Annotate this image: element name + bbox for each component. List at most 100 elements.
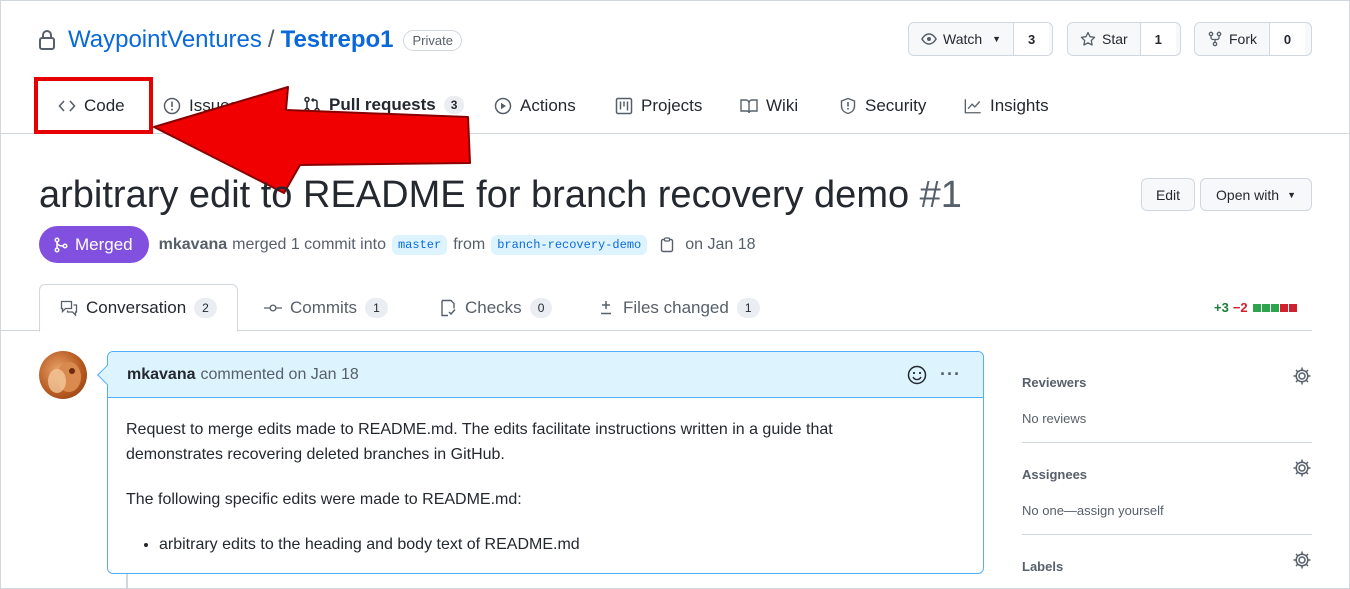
diffstat-square [1270,303,1279,312]
gear-icon[interactable] [1292,366,1312,386]
star-label: Star [1102,31,1128,47]
nav-wiki[interactable]: Wiki [740,78,798,134]
tab-checks-count: 0 [529,297,553,318]
nav-insights-label: Insights [990,96,1049,115]
watch-count[interactable]: 3 [1013,23,1050,55]
diffstat-deletions: −2 [1232,300,1248,315]
star-count[interactable]: 1 [1139,23,1176,55]
tab-commits-count: 1 [365,297,388,318]
list-item: arbitrary edits to the heading and body … [159,532,965,557]
assignees-title: Assignees [1022,467,1088,482]
fork-button[interactable]: Fork [1195,23,1269,55]
watch-button-group: Watch ▼ 3 [908,22,1053,56]
pr-tabs: Conversation 2 Commits 1 Checks 0 Files … [0,284,1312,332]
sidebar-divider [1022,442,1312,443]
sidebar-labels: Labels [1022,551,1312,574]
tab-checks[interactable]: Checks 0 [439,284,553,331]
nav-actions[interactable]: Actions [494,78,576,134]
base-branch-link[interactable]: master [391,234,448,255]
tab-files-changed-label: Files changed [623,297,729,317]
fork-button-group: Fork 0 [1194,22,1312,56]
comment-meta[interactable]: commented on Jan 18 [201,366,359,384]
nav-projects[interactable]: Projects [615,78,702,134]
comment-paragraph: The following specific edits were made t… [126,491,522,508]
shield-icon [840,97,856,115]
tab-conversation[interactable]: Conversation 2 [39,284,238,332]
eye-icon [921,33,937,45]
open-with-button[interactable]: Open with ▼ [1200,178,1312,211]
repo-header: WaypointVentures / Testrepo1 Private [38,24,462,56]
repo-owner-link[interactable]: WaypointVentures [68,26,262,54]
tab-files-changed[interactable]: Files changed 1 [597,284,760,331]
play-circle-icon [494,97,512,115]
avatar-image [48,362,81,393]
avatar[interactable] [39,351,87,399]
lock-icon [39,30,55,50]
diffstat-additions: +3 [1214,300,1229,315]
star-icon [1080,31,1096,46]
pr-action-text: merged 1 commit into [232,235,386,253]
nav-actions-label: Actions [520,96,576,115]
annotation-highlight-box [34,77,153,134]
diffstat: +3 −2 [1214,300,1297,315]
nav-security-label: Security [865,96,927,115]
diffstat-square [1279,303,1288,312]
comment-paragraph: Request to merge edits made to README.md… [126,421,833,463]
pr-title-text: arbitrary edit to README for branch reco… [39,174,910,216]
tab-commits[interactable]: Commits 1 [264,284,388,331]
gear-icon[interactable] [1292,550,1312,570]
sidebar-divider [1022,534,1312,535]
comment-author-link[interactable]: mkavana [127,366,196,384]
chevron-down-icon: ▼ [992,34,1002,44]
pr-author-link[interactable]: mkavana [159,236,228,254]
visibility-badge: Private [403,29,462,51]
reviewers-title: Reviewers [1022,375,1087,390]
watch-button[interactable]: Watch ▼ [909,23,1014,55]
book-icon [740,99,758,114]
pr-title: arbitrary edit to README for branch reco… [39,174,962,217]
head-branch-link[interactable]: branch-recovery-demo [491,234,648,255]
fork-count[interactable]: 0 [1269,23,1305,55]
kebab-menu-icon[interactable]: ··· [940,364,961,385]
checklist-icon [441,299,456,316]
nav-security[interactable]: Security [839,78,926,134]
tab-files-changed-count: 1 [736,297,760,318]
commit-icon [264,303,282,312]
comment-body: Request to merge edits made to README.md… [108,398,983,576]
chevron-down-icon: ▼ [1287,189,1296,200]
merge-icon [54,236,68,253]
tab-checks-label: Checks [465,297,522,317]
diffstat-square [1288,303,1297,312]
star-button-group: Star 1 [1067,22,1181,56]
merged-status-badge: Merged [39,226,149,263]
star-button[interactable]: Star [1068,23,1140,55]
nav-projects-label: Projects [641,96,703,115]
tab-conversation-label: Conversation [86,298,187,317]
comment-discussion-icon [60,300,78,317]
repo-separator: / [267,26,275,53]
merged-status-label: Merged [75,234,133,254]
pr-date: on Jan 18 [685,235,756,253]
project-icon [615,97,633,115]
nav-wiki-label: Wiki [766,96,799,115]
fork-label: Fork [1229,31,1257,47]
diffstat-square [1261,303,1270,312]
diff-icon [601,300,611,314]
assignees-value[interactable]: No one—assign yourself [1022,503,1312,518]
sidebar-reviewers: Reviewers No reviews [1022,367,1312,426]
nav-insights[interactable]: Insights [964,78,1049,134]
repo-name-link[interactable]: Testrepo1 [281,26,394,54]
tab-commits-label: Commits [290,297,358,317]
copy-icon[interactable] [659,236,675,253]
watch-label: Watch [943,31,983,47]
pr-meta: Merged mkavana merged 1 commit into mast… [39,226,756,263]
smiley-icon[interactable] [907,365,927,385]
edit-button[interactable]: Edit [1141,178,1195,211]
pr-number: #1 [919,174,962,216]
diffstat-square [1252,303,1261,312]
labels-title: Labels [1022,559,1064,574]
comment-header: mkavana commented on Jan 18 ··· [108,352,983,398]
comment-bullet-list: arbitrary edits to the heading and body … [159,532,965,557]
tab-conversation-count: 2 [194,298,217,318]
gear-icon[interactable] [1292,458,1312,478]
